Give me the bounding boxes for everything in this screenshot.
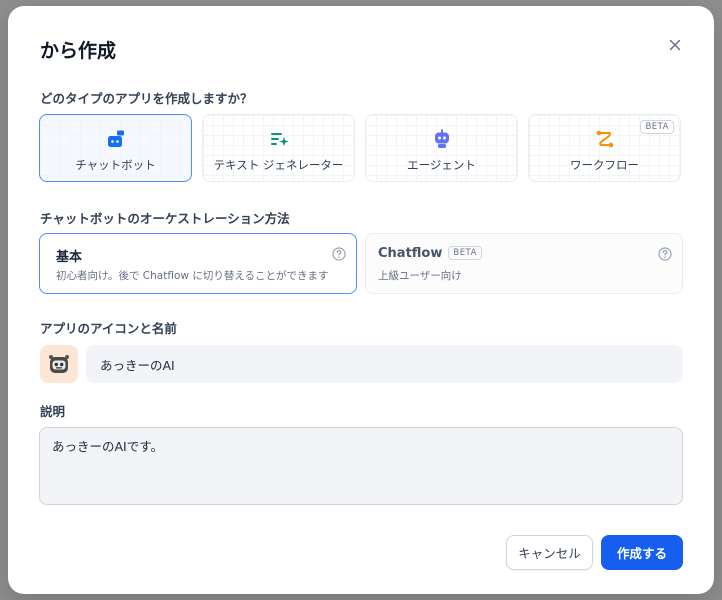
app-type-agent[interactable]: エージェント — [365, 114, 518, 182]
beta-badge: BETA — [448, 246, 482, 260]
app-type-label: エージェント — [407, 158, 476, 172]
icon-name-heading: アプリのアイコンと名前 — [40, 321, 177, 336]
app-name-input[interactable] — [86, 345, 683, 383]
description-input[interactable]: あっきーのAIです。 — [39, 427, 683, 505]
beta-badge: BETA — [640, 120, 674, 134]
create-app-dialog: から作成 どのタイプのアプリを作成しますか？ チャットボット テキスト ジェネレ… — [8, 6, 714, 594]
mode-chatflow[interactable]: Chatflow BETA 上級ユーザー向け — [365, 233, 683, 294]
app-type-label: ワークフロー — [570, 158, 639, 172]
app-type-text-generator[interactable]: テキスト ジェネレーター — [202, 114, 355, 182]
agent-icon — [432, 129, 452, 149]
mode-title-text: Chatflow — [378, 246, 443, 261]
mode-title: Chatflow BETA — [378, 246, 482, 261]
close-icon[interactable] — [666, 36, 684, 54]
workflow-icon — [595, 129, 615, 149]
mode-basic[interactable]: 基本 初心者向け。後で Chatflow に切り替えることができます — [39, 233, 357, 294]
robot-emoji-icon — [49, 355, 69, 373]
app-type-workflow[interactable]: BETA ワークフロー — [528, 114, 681, 182]
mode-description: 初心者向け。後で Chatflow に切り替えることができます — [56, 270, 329, 282]
mode-title: 基本 — [56, 250, 83, 265]
app-type-label: チャットボット — [75, 158, 156, 172]
help-icon[interactable] — [658, 246, 672, 261]
app-type-chatbot[interactable]: チャットボット — [39, 114, 192, 182]
mode-description: 上級ユーザー向け — [378, 270, 462, 282]
text-generator-icon — [269, 129, 289, 149]
cancel-button[interactable]: キャンセル — [506, 535, 593, 570]
app-type-label: テキスト ジェネレーター — [213, 158, 344, 172]
create-button[interactable]: 作成する — [601, 535, 683, 570]
app-icon-picker[interactable] — [40, 345, 78, 383]
description-heading: 説明 — [40, 404, 66, 419]
orchestration-heading: チャットボットのオーケストレーション方法 — [40, 211, 290, 226]
app-type-question: どのタイプのアプリを作成しますか？ — [40, 91, 253, 106]
chatbot-icon — [106, 129, 126, 149]
dialog-title: から作成 — [40, 40, 117, 62]
help-icon[interactable] — [332, 246, 346, 261]
